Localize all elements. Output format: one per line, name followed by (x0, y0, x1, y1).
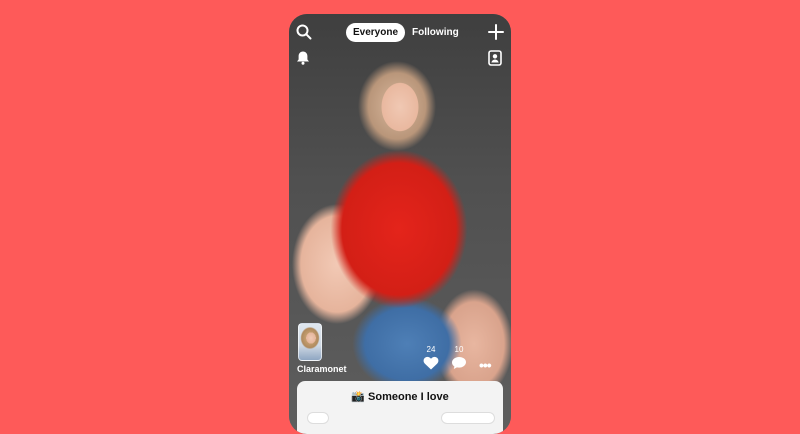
like-stat[interactable]: 24 (419, 345, 443, 375)
comment-icon[interactable] (451, 356, 467, 370)
comment-stat[interactable]: 10 (447, 345, 471, 375)
caption-text: Someone I love (368, 391, 449, 403)
profile-icon[interactable] (484, 47, 506, 69)
comment-count: 10 (454, 345, 464, 354)
phone-frame: Everyone Following Claramonet 24 10 ••• … (289, 14, 511, 434)
search-icon[interactable] (293, 21, 315, 43)
username[interactable]: Claramonet (297, 364, 347, 374)
heart-icon[interactable] (423, 356, 439, 370)
avatar[interactable] (298, 323, 322, 361)
card-control-right[interactable] (441, 412, 495, 424)
like-count: 24 (426, 345, 436, 354)
camera-emoji: 📸 (351, 391, 365, 403)
caption-card[interactable]: 📸 Someone I love (297, 381, 503, 434)
bell-icon[interactable] (292, 47, 314, 69)
top-bar: Everyone Following (289, 14, 511, 54)
feed-tabs: Everyone Following (346, 21, 466, 43)
plus-icon[interactable] (485, 21, 507, 43)
card-control-left[interactable] (307, 412, 329, 424)
more-icon[interactable]: ••• (479, 357, 492, 373)
tab-following[interactable]: Following (405, 23, 466, 42)
caption-title: 📸 Someone I love (297, 390, 503, 403)
tab-everyone[interactable]: Everyone (346, 22, 406, 42)
